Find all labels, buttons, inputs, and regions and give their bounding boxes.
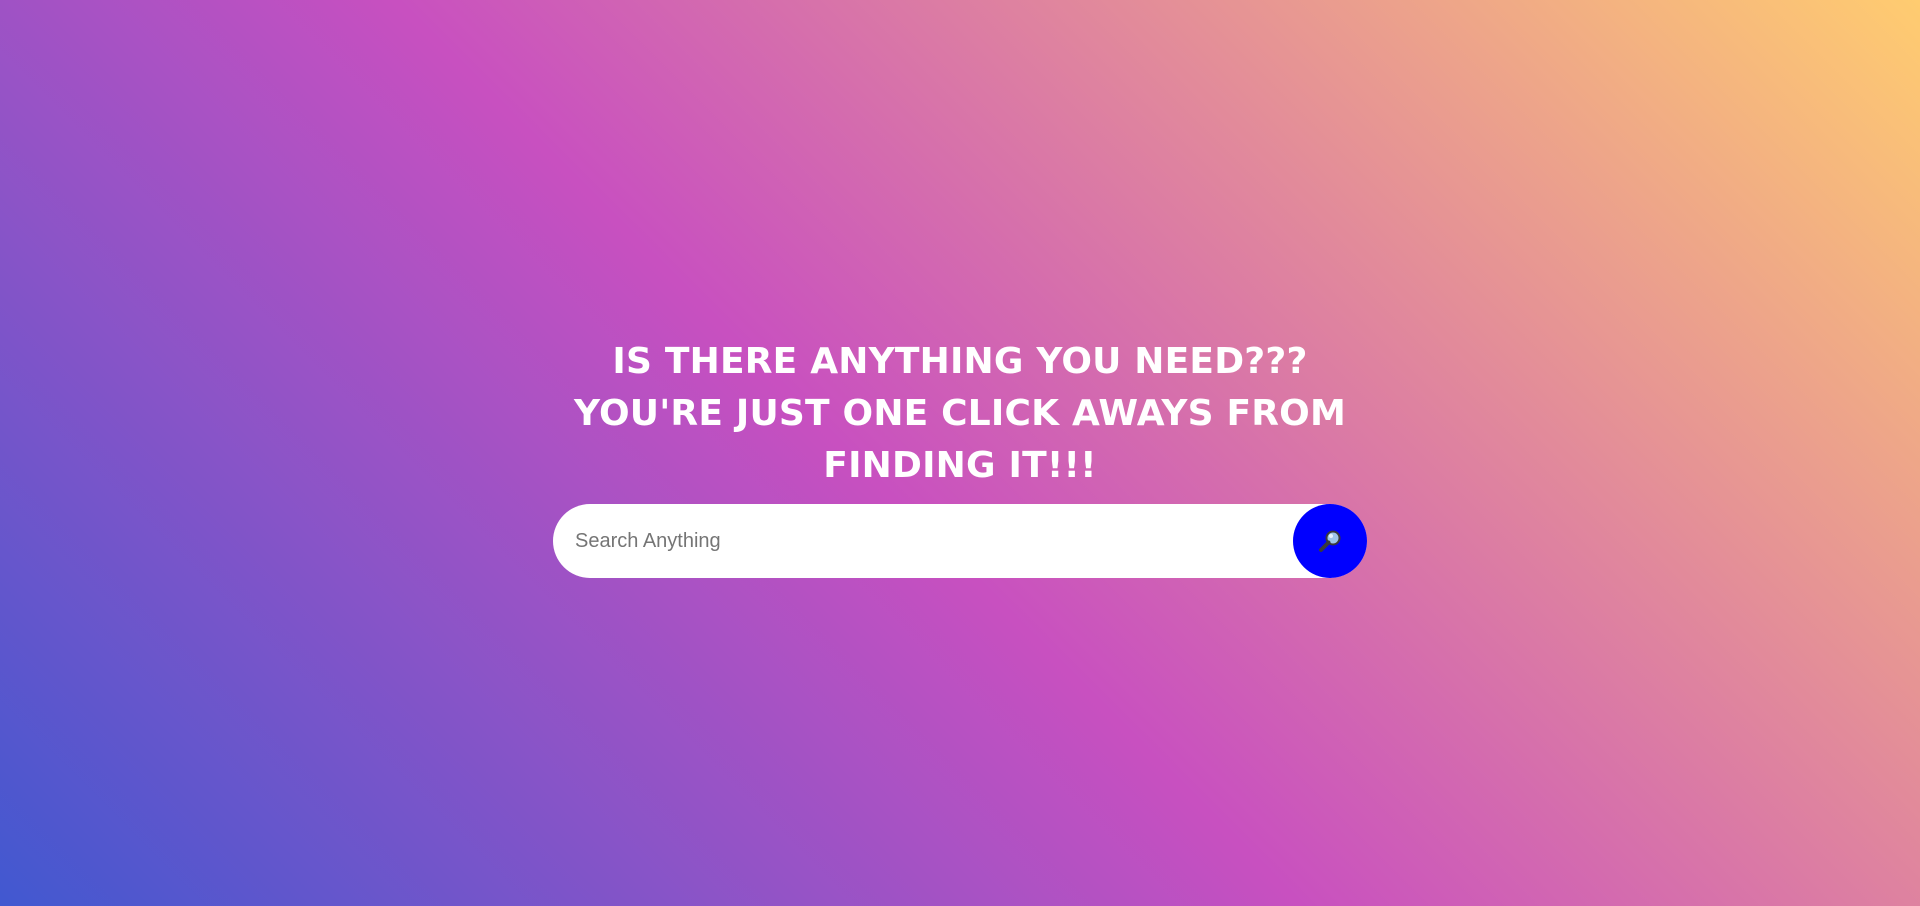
search-button[interactable] [1293,504,1367,578]
search-bar [553,504,1367,578]
page-headline: IS THERE ANYTHING YOU NEED??? YOU'RE JUS… [573,341,1346,486]
search-input[interactable] [553,504,1333,578]
search-icon [1319,530,1341,552]
hero-section: IS THERE ANYTHING YOU NEED??? YOU'RE JUS… [553,336,1367,492]
